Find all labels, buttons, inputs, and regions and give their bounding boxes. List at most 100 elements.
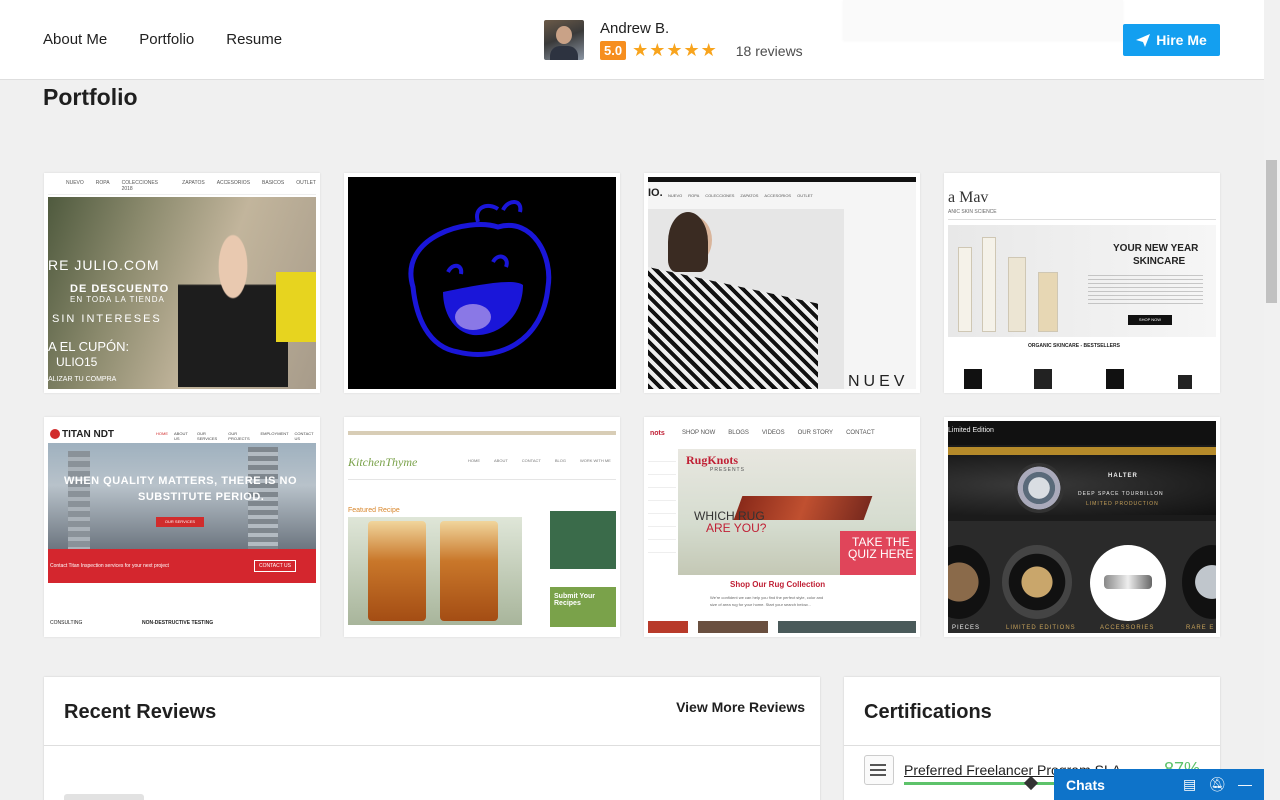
tile-text: A EL CUPÓN: bbox=[48, 339, 130, 354]
portfolio-thumbnail: a Mav ANIC SKIN SCIENCE YOUR NEW YEAR SK… bbox=[948, 177, 1216, 389]
tile-text: ARE YOU? bbox=[706, 521, 767, 535]
tile-text: NON-DESTRUCTIVE TESTING bbox=[142, 620, 214, 626]
tile-text: LIMITED EDITIONS bbox=[1006, 625, 1076, 631]
tile-text: Shop Our Rug Collection bbox=[730, 580, 826, 589]
tile-text: NUEV bbox=[848, 373, 909, 389]
portfolio-title: Portfolio bbox=[43, 84, 138, 110]
tile-text: Featured Recipe bbox=[348, 507, 400, 514]
portfolio-thumbnail: NUEVO ROPA COLECCIONES 2018 ZAPATOS ACCESORI… bbox=[48, 177, 316, 389]
tile-text: SUBSTITUTE PERIOD. bbox=[138, 491, 265, 503]
smiley-face-drawing bbox=[408, 200, 552, 357]
menu-item: WORK WITH ME bbox=[579, 458, 611, 463]
tile-text: IO. bbox=[648, 187, 663, 199]
portfolio-thumbnail: KitchenThyme HOME ABOUT CONTACT BLOG WORK WI… bbox=[348, 421, 616, 633]
menu-item: ZAPATOS bbox=[182, 180, 205, 186]
menu-item: OUTLET bbox=[797, 193, 813, 198]
profile-name: Andrew B. bbox=[600, 20, 670, 37]
chats-label: Chats bbox=[1066, 776, 1105, 793]
portfolio-thumbnail: Limited Edition HALTER DEEP SPACE TOURBI… bbox=[948, 421, 1216, 633]
menu-item: OUR STORY bbox=[797, 430, 834, 436]
menu-item: NUEVO bbox=[66, 180, 84, 186]
menu-item: NUEVO bbox=[668, 193, 683, 198]
chats-widget[interactable]: Chats ▤ 🔕︎ — bbox=[1054, 769, 1264, 800]
top-header: About Me Portfolio Resume Andrew B. 5.0 … bbox=[0, 0, 1264, 80]
menu-item: ABOUT bbox=[494, 458, 508, 463]
tile-text: size of area rug for your home. Start yo… bbox=[710, 602, 811, 607]
menu-item: SHOP NOW bbox=[682, 430, 716, 436]
portfolio-item-fashion-model[interactable]: IO. NUEVO ROPA COLECCIONES ZAPATOS ACCESORIO… bbox=[644, 173, 920, 393]
tile-text: ULIO15 bbox=[56, 355, 98, 369]
mute-notifications-icon[interactable]: 🔕︎ bbox=[1208, 776, 1226, 793]
tile-text: LIMITED PRODUCTION bbox=[1086, 501, 1159, 507]
scrollbar-track[interactable] bbox=[1264, 0, 1280, 800]
menu-item: ABOUT US bbox=[174, 431, 188, 441]
tile-text: PIECES bbox=[952, 625, 981, 631]
menu-item: OUTLET bbox=[296, 180, 316, 186]
recent-reviews-title: Recent Reviews bbox=[64, 701, 217, 723]
tile-text: Limited Edition bbox=[948, 427, 994, 434]
menu-item: BASICOS bbox=[262, 180, 285, 186]
portfolio-thumbnail bbox=[348, 177, 616, 389]
portfolio-thumbnail: nots SHOP NOW BLOGS VIDEOS OUR STORY CONTACT… bbox=[648, 421, 916, 633]
tile-text: EN TODA LA TIENDA bbox=[70, 295, 165, 304]
nav-about-me[interactable]: About Me bbox=[43, 31, 107, 48]
card-divider bbox=[844, 745, 1220, 746]
scrollbar-thumb[interactable] bbox=[1266, 160, 1277, 303]
avatar[interactable] bbox=[544, 20, 584, 60]
tile-text: ORGANIC SKINCARE - BESTSELLERS bbox=[1028, 343, 1120, 349]
header-placeholder bbox=[843, 0, 1123, 40]
menu-item: BLOGS bbox=[728, 430, 749, 436]
profile-nav: About Me Portfolio Resume bbox=[43, 31, 282, 48]
tile-text: RugKnots bbox=[686, 453, 739, 467]
hire-me-button[interactable]: Hire Me bbox=[1123, 24, 1220, 56]
portfolio-item-titan-ndt[interactable]: TITAN NDT HOME ABOUT US OUR SERVICES OUR PR… bbox=[44, 417, 320, 637]
tile-text: SIN INTERESES bbox=[52, 313, 162, 325]
view-more-reviews-link[interactable]: View More Reviews bbox=[676, 699, 805, 715]
loading-placeholder bbox=[64, 794, 144, 800]
menu-item: EMPLOYMENT bbox=[260, 431, 289, 436]
tile-text: RE JULIO.COM bbox=[48, 257, 160, 273]
hire-me-label: Hire Me bbox=[1156, 32, 1207, 48]
menu-item: VIDEOS bbox=[761, 430, 785, 436]
tile-text: PRESENTS bbox=[710, 467, 745, 473]
menu-item: HOME bbox=[468, 458, 480, 463]
portfolio-item-kitchen-thyme[interactable]: KitchenThyme HOME ABOUT CONTACT BLOG WORK WI… bbox=[344, 417, 620, 637]
rating-score: 5.0 bbox=[600, 41, 627, 60]
menu-item: ZAPATOS bbox=[740, 193, 759, 198]
portfolio-thumbnail: IO. NUEVO ROPA COLECCIONES ZAPATOS ACCESORIO… bbox=[648, 177, 916, 389]
minimize-icon[interactable]: — bbox=[1238, 776, 1252, 793]
list-icon bbox=[864, 755, 894, 785]
menu-item: HOME bbox=[156, 431, 168, 436]
portfolio-item-watches[interactable]: Limited Edition HALTER DEEP SPACE TOURBI… bbox=[944, 417, 1220, 637]
tile-text: Submit Your Recipes bbox=[554, 593, 595, 607]
menu-item: OUR PROJECTS bbox=[228, 431, 250, 441]
tile-text: a Mav bbox=[948, 189, 989, 206]
tile-text: ACCESSORIES bbox=[1100, 625, 1155, 631]
portfolio-item-fashion-julio[interactable]: NUEVO ROPA COLECCIONES 2018 ZAPATOS ACCESORI… bbox=[44, 173, 320, 393]
tile-text: RARE E bbox=[1186, 625, 1215, 631]
menu-item: ACCESORIOS bbox=[764, 193, 792, 198]
menu-item: ACCESORIOS bbox=[216, 180, 251, 186]
menu-item: COLECCIONES 2018 bbox=[121, 180, 158, 192]
paper-plane-icon bbox=[1136, 33, 1151, 47]
inbox-icon[interactable]: ▤ bbox=[1183, 776, 1196, 793]
tile-text: YOUR NEW YEAR bbox=[1113, 243, 1199, 254]
tile-text: WHEN QUALITY MATTERS, THERE IS NO bbox=[64, 475, 298, 487]
tile-text: We're confident we can help you find the… bbox=[710, 595, 824, 600]
tile-text: QUIZ HERE bbox=[848, 547, 914, 561]
nav-portfolio[interactable]: Portfolio bbox=[139, 31, 194, 48]
profile-summary: Andrew B. 5.0 ★★★★★ 18 reviews bbox=[544, 20, 803, 61]
portfolio-thumbnail: TITAN NDT HOME ABOUT US OUR SERVICES OUR PR… bbox=[48, 421, 316, 633]
nav-resume[interactable]: Resume bbox=[226, 31, 282, 48]
portfolio-item-blue-face[interactable] bbox=[344, 173, 620, 393]
tile-text: CONSULTING bbox=[50, 620, 83, 626]
portfolio-item-rugknots[interactable]: nots SHOP NOW BLOGS VIDEOS OUR STORY CONTACT… bbox=[644, 417, 920, 637]
menu-item: CONTACT bbox=[846, 430, 875, 436]
menu-item: CONTACT US bbox=[294, 431, 314, 441]
tile-text: ALIZAR TU COMPRA bbox=[48, 376, 117, 383]
portfolio-item-skincare[interactable]: a Mav ANIC SKIN SCIENCE YOUR NEW YEAR SK… bbox=[944, 173, 1220, 393]
tile-text: HALTER bbox=[1108, 473, 1138, 479]
menu-item: CONTACT bbox=[521, 458, 541, 463]
tile-text: KitchenThyme bbox=[348, 455, 418, 469]
menu-item: OUR SERVICES bbox=[197, 431, 218, 441]
